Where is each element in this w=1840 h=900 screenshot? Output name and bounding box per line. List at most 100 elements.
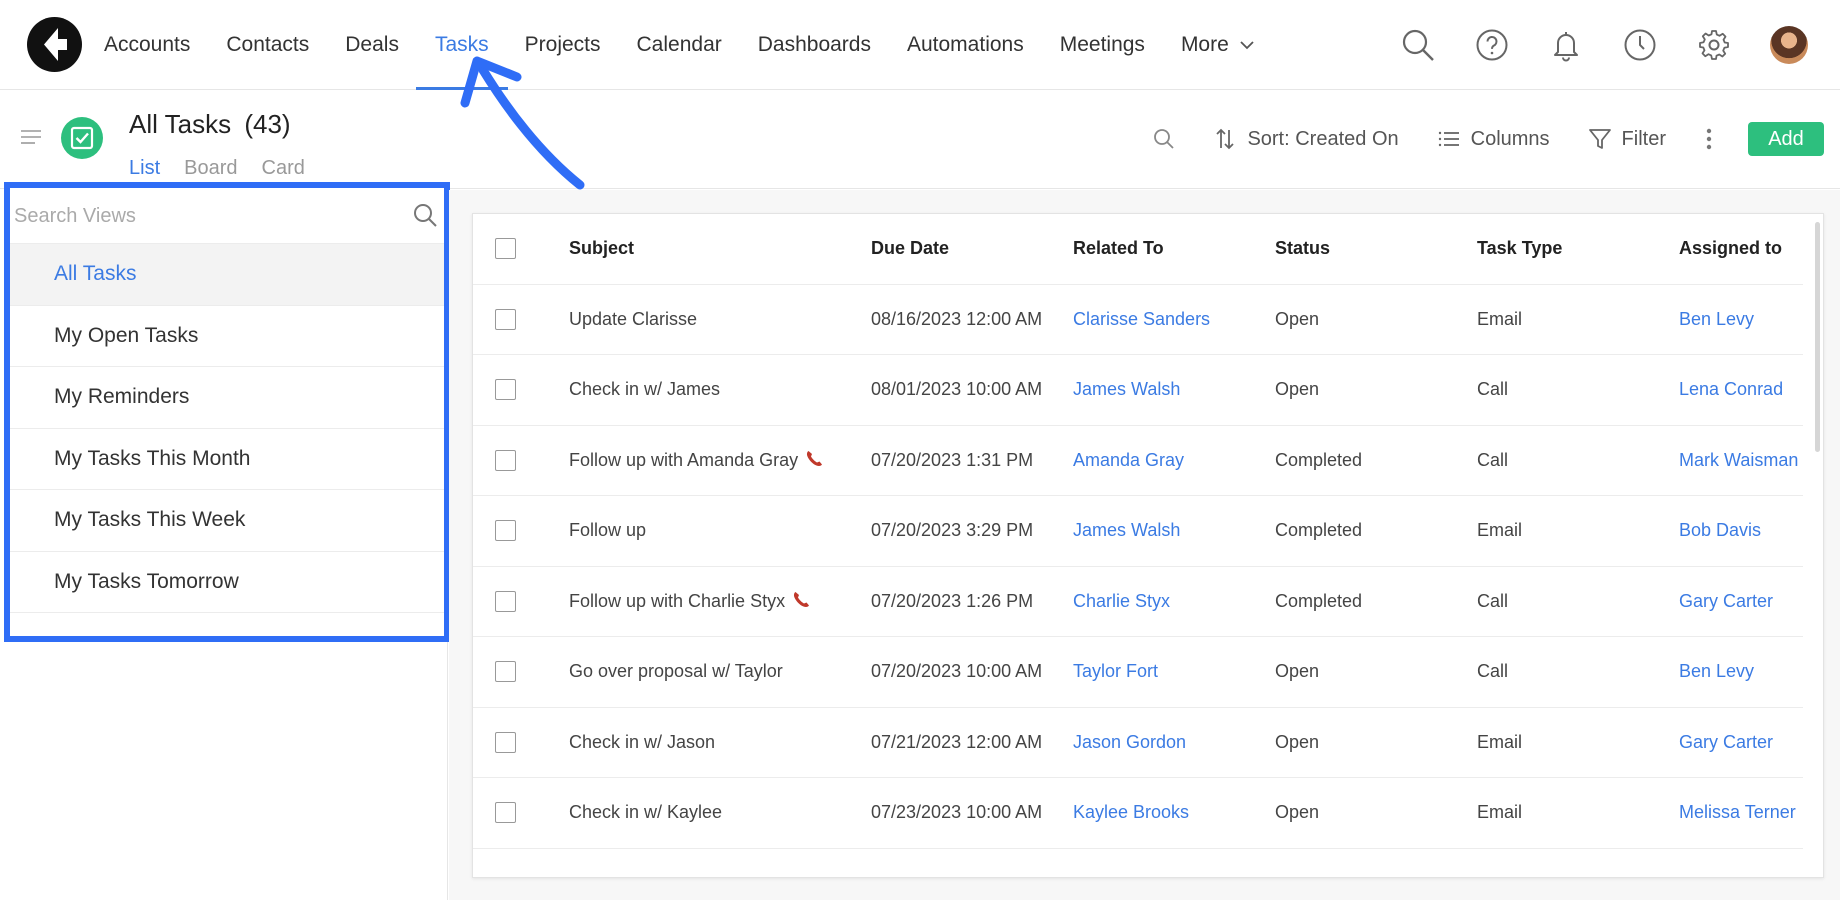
nav-item-accounts[interactable]: Accounts xyxy=(104,0,190,90)
view-item-my-tasks-this-week[interactable]: My Tasks This Week xyxy=(10,490,444,552)
tab-list[interactable]: List xyxy=(129,157,160,180)
bell-icon[interactable] xyxy=(1548,27,1584,63)
subject-cell[interactable]: Follow up with Amanda Gray xyxy=(569,425,871,496)
assigned-to-link[interactable]: Gary Carter xyxy=(1679,566,1803,637)
subject-cell[interactable]: Check in w/ James xyxy=(569,354,871,426)
nav-item-dashboards[interactable]: Dashboards xyxy=(758,0,871,90)
search-icon[interactable] xyxy=(1400,27,1436,63)
status-cell: Open xyxy=(1275,636,1477,708)
table-row[interactable]: Check in w/ Jason 07/21/2023 12:00 AM Jaso… xyxy=(473,707,1803,778)
select-all-checkbox[interactable] xyxy=(495,238,516,260)
assigned-to-link[interactable]: Gary Carter xyxy=(1679,707,1803,778)
subject-cell[interactable]: Follow up with Charlie Styx xyxy=(569,566,871,637)
row-checkbox[interactable] xyxy=(495,449,516,471)
due-date-cell: 08/16/2023 12:00 AM xyxy=(871,284,1073,355)
assigned-to-link[interactable]: Melissa Terner xyxy=(1679,777,1803,849)
row-checkbox[interactable] xyxy=(495,731,516,753)
search-icon[interactable] xyxy=(412,202,438,228)
column-header-due-date[interactable]: Due Date xyxy=(871,214,1073,285)
related-to-link[interactable]: Kaylee Brooks xyxy=(1073,777,1275,849)
related-to-link[interactable]: Clarisse Sanders xyxy=(1073,284,1275,355)
nav-item-automations[interactable]: Automations xyxy=(907,0,1024,90)
nav-item-contacts[interactable]: Contacts xyxy=(226,0,309,90)
view-item-my-open-tasks[interactable]: My Open Tasks xyxy=(10,306,444,367)
table-row[interactable]: Update Clarisse 08/16/2023 12:00 AM Claris… xyxy=(473,284,1803,355)
columns-button[interactable]: Columns xyxy=(1437,127,1550,151)
table-row[interactable]: Follow up with Amanda Gray 07/20/2023 1:3… xyxy=(473,425,1803,496)
nav-item-more[interactable]: More xyxy=(1181,0,1255,90)
view-item-my-reminders[interactable]: My Reminders xyxy=(10,367,444,429)
more-options-icon[interactable] xyxy=(1704,126,1714,152)
assigned-to-link[interactable]: Ben Levy xyxy=(1679,636,1803,708)
table-row[interactable]: Go over proposal w/ Taylor 07/20/2023 10:… xyxy=(473,636,1803,708)
row-checkbox[interactable] xyxy=(495,379,516,401)
gear-icon[interactable] xyxy=(1696,27,1732,63)
nav-item-calendar[interactable]: Calendar xyxy=(637,0,722,90)
menu-toggle-icon[interactable] xyxy=(21,129,41,145)
table-scrollbar[interactable] xyxy=(1815,222,1820,452)
row-checkbox[interactable] xyxy=(495,308,516,330)
table-row[interactable]: Follow up with Charlie Styx 07/20/2023 1:… xyxy=(473,566,1803,637)
help-icon[interactable] xyxy=(1474,27,1510,63)
subject-text: Follow up xyxy=(569,520,647,541)
view-item-my-tasks-tomorrow[interactable]: My Tasks Tomorrow xyxy=(10,552,444,613)
subject-cell[interactable]: Follow up xyxy=(569,495,871,567)
nav-item-meetings[interactable]: Meetings xyxy=(1060,0,1145,90)
assigned-to-link[interactable]: Ben Levy xyxy=(1679,284,1803,355)
subject-text: Check in w/ Kaylee xyxy=(569,802,723,823)
related-to-link[interactable]: Jason Gordon xyxy=(1073,707,1275,778)
table-row[interactable]: Check in w/ James 08/01/2023 10:00 AM Jame… xyxy=(473,354,1803,426)
column-header-task-type[interactable]: Task Type xyxy=(1477,214,1679,285)
avatar[interactable] xyxy=(1770,26,1808,64)
sort-label: Sort: Created On xyxy=(1247,127,1399,150)
subject-cell[interactable]: Check in w/ Kaylee xyxy=(569,777,871,849)
select-all-cell xyxy=(473,214,569,285)
column-header-related-to[interactable]: Related To xyxy=(1073,214,1275,285)
add-task-button[interactable]: Add xyxy=(1748,122,1824,156)
search-views-input[interactable] xyxy=(14,202,394,230)
table-row[interactable]: Check in w/ Kaylee 07/23/2023 10:00 AM Kay… xyxy=(473,777,1803,849)
row-checkbox[interactable] xyxy=(495,590,516,612)
subject-cell[interactable]: Check in w/ Jason xyxy=(569,707,871,778)
assigned-to-link[interactable]: Mark Waisman xyxy=(1679,425,1803,496)
nav-item-tasks[interactable]: Tasks xyxy=(416,0,508,90)
view-item-my-tasks-this-month[interactable]: My Tasks This Month xyxy=(10,429,444,490)
task-type-cell: Call xyxy=(1477,354,1679,426)
row-checkbox[interactable] xyxy=(495,520,516,542)
clock-icon[interactable] xyxy=(1622,27,1658,63)
column-header-subject[interactable]: Subject xyxy=(569,214,871,285)
status-cell: Completed xyxy=(1275,495,1477,567)
assigned-to-link[interactable]: Lena Conrad xyxy=(1679,354,1803,426)
task-type-cell: Call xyxy=(1477,636,1679,708)
subject-cell[interactable]: Update Clarisse xyxy=(569,284,871,355)
assigned-to-link[interactable]: Bob Davis xyxy=(1679,495,1803,567)
sort-button[interactable]: Sort: Created On xyxy=(1213,127,1399,151)
task-type-cell: Email xyxy=(1477,284,1679,355)
column-header-status[interactable]: Status xyxy=(1275,214,1477,285)
table-row[interactable]: Follow up 07/20/2023 3:29 PM James Walsh Co… xyxy=(473,495,1803,567)
column-header-assigned-to[interactable]: Assigned to xyxy=(1679,214,1803,285)
app-logo[interactable] xyxy=(27,17,82,72)
related-to-link[interactable]: James Walsh xyxy=(1073,495,1275,567)
related-to-link[interactable]: James Walsh xyxy=(1073,354,1275,426)
tab-board[interactable]: Board xyxy=(184,157,237,180)
nav-item-projects[interactable]: Projects xyxy=(525,0,601,90)
phone-icon xyxy=(794,592,810,608)
row-checkbox[interactable] xyxy=(495,661,516,683)
task-type-cell: Email xyxy=(1477,777,1679,849)
related-to-link[interactable]: Taylor Fort xyxy=(1073,636,1275,708)
tab-card[interactable]: Card xyxy=(262,157,305,180)
related-to-link[interactable]: Charlie Styx xyxy=(1073,566,1275,637)
subject-cell[interactable]: Go over proposal w/ Taylor xyxy=(569,636,871,708)
view-item-all-tasks[interactable]: All Tasks xyxy=(10,244,444,306)
due-date-cell: 08/01/2023 10:00 AM xyxy=(871,354,1073,426)
row-select-cell xyxy=(473,284,569,355)
row-select-cell xyxy=(473,495,569,567)
page-title-text: All Tasks xyxy=(129,109,232,139)
nav-item-deals[interactable]: Deals xyxy=(345,0,399,90)
main-nav: Accounts Contacts Deals Tasks Projects Calend… xyxy=(104,0,1291,90)
related-to-link[interactable]: Amanda Gray xyxy=(1073,425,1275,496)
search-list-button[interactable] xyxy=(1149,124,1179,154)
filter-button[interactable]: Filter xyxy=(1588,127,1666,151)
row-checkbox[interactable] xyxy=(495,802,516,824)
